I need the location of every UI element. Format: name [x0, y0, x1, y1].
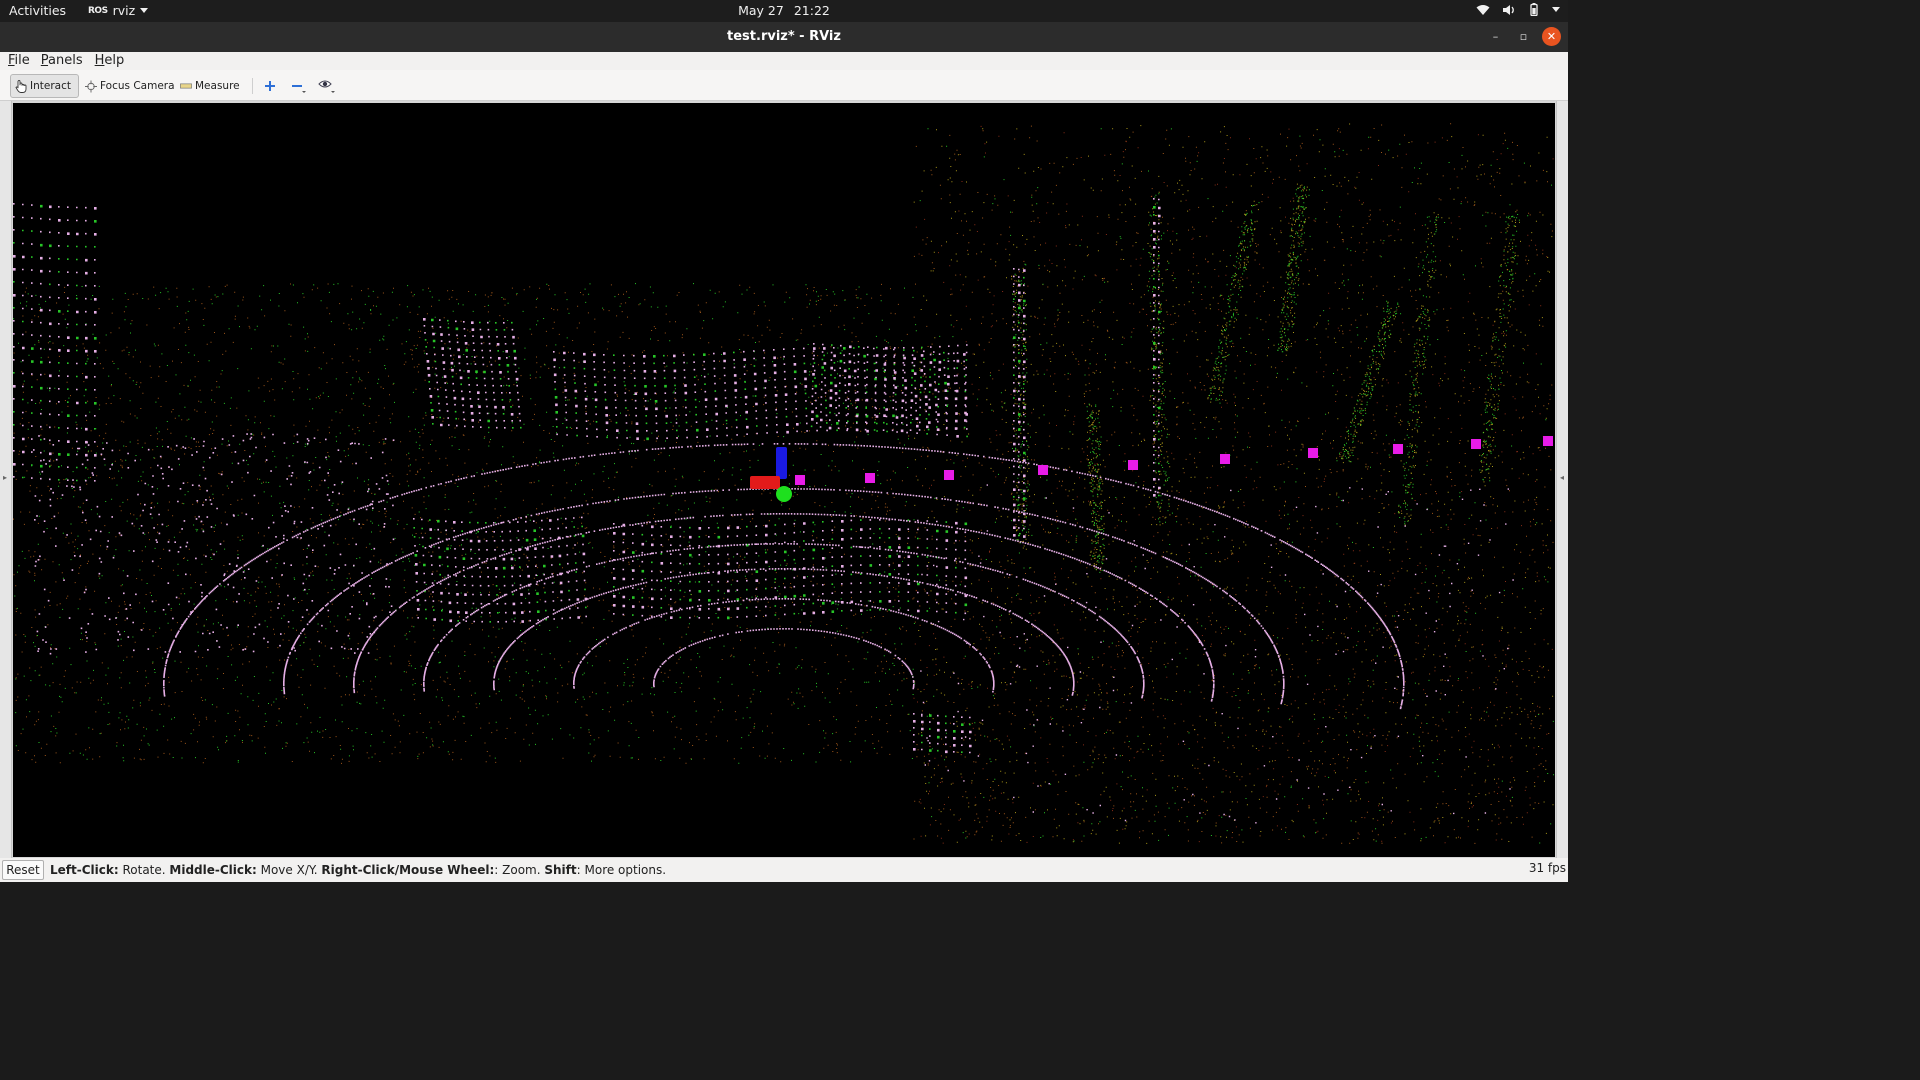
waypoint-marker: [1308, 448, 1318, 458]
fps-counter: 31 fps: [1528, 861, 1566, 875]
focus-camera-tool-label: Focus Camera: [100, 80, 175, 92]
waypoint-marker: [1471, 439, 1481, 449]
battery-icon: [1530, 3, 1538, 16]
menu-file[interactable]: File: [0, 52, 30, 70]
help-text-middle-click: Move X/Y.: [256, 863, 322, 877]
point-cloud-green-points: [13, 128, 1554, 844]
measure-tool-button[interactable]: Measure: [176, 74, 244, 98]
hand-pointer-icon: [15, 79, 27, 93]
help-text-shift: : More options.: [576, 863, 667, 877]
help-key-left-click: Left-Click:: [50, 863, 119, 877]
point-cloud-yellow-points: [913, 123, 1554, 844]
menu-help[interactable]: Help: [83, 52, 125, 70]
point-cloud-pink-points: [13, 198, 1514, 824]
measure-tool-label: Measure: [195, 80, 240, 92]
point-cloud-scene[interactable]: [13, 103, 1555, 857]
waypoint-marker: [865, 473, 875, 483]
toolbar-separator: [252, 78, 253, 94]
window-title-bar[interactable]: test.rviz* - RViz – ▫ ✕: [0, 22, 1568, 52]
camera-view-button[interactable]: [314, 74, 340, 98]
tool-bar: Interact Focus Camera Measure: [0, 70, 1568, 101]
waypoint-marker: [1220, 454, 1230, 464]
minimize-icon[interactable]: –: [1486, 27, 1505, 46]
remove-tool-icon: [292, 85, 306, 93]
remove-tool-button[interactable]: [287, 74, 311, 98]
menu-panels-mnemonic: P: [40, 53, 49, 68]
3d-render-view[interactable]: [13, 103, 1555, 857]
menu-panels-rest: anels: [48, 53, 83, 68]
close-icon[interactable]: ✕: [1542, 27, 1561, 46]
waypoint-marker: [795, 475, 805, 485]
menu-help-rest: elp: [104, 53, 125, 68]
help-key-right-click: Right-Click/Mouse Wheel:: [321, 863, 495, 877]
axis-y-marker: [776, 486, 792, 502]
waypoint-marker: [1128, 460, 1138, 470]
mouse-help-text: Left-Click: Rotate. Middle-Click: Move X…: [50, 863, 666, 877]
clock[interactable]: May 27 21:22: [0, 3, 1568, 18]
left-dock-handle[interactable]: ▸: [0, 101, 12, 858]
expand-left-icon: ▸: [3, 473, 8, 482]
reset-button[interactable]: Reset: [2, 860, 44, 880]
waypoint-marker: [1393, 444, 1403, 454]
menu-file-rest: ile: [14, 53, 30, 68]
axis-x-marker: [750, 476, 780, 489]
robot-axes-marker: [750, 447, 792, 502]
menu-panels[interactable]: Panels: [30, 52, 83, 70]
add-tool-button[interactable]: [260, 74, 280, 98]
help-key-middle-click: Middle-Click:: [169, 863, 257, 877]
system-tray[interactable]: [1476, 3, 1560, 16]
waypoint-marker: [1038, 465, 1048, 475]
clock-date: May 27: [738, 3, 784, 18]
window-title: test.rviz* - RViz: [727, 29, 841, 44]
point-cloud-red-points: [913, 125, 1554, 844]
maximize-icon[interactable]: ▫: [1514, 27, 1533, 46]
menu-bar: File Panels Help: [0, 52, 1568, 70]
power-menu-icon: [1552, 7, 1560, 12]
help-text-left-click: Rotate.: [118, 863, 170, 877]
status-bar: Reset Left-Click: Rotate. Middle-Click: …: [0, 858, 1568, 882]
point-cloud-orange-points: [13, 123, 1554, 844]
waypoint-marker: [944, 470, 954, 480]
help-text-right-click: : Zoom.: [494, 863, 545, 877]
crosshair-icon: [85, 80, 97, 92]
wifi-icon: [1476, 4, 1490, 15]
camera-view-icon: [318, 80, 335, 93]
menu-help-mnemonic: H: [94, 53, 105, 68]
gnome-top-bar: Activities ROS rviz May 27 21:22: [0, 0, 1568, 22]
waypoint-marker: [1543, 436, 1553, 446]
right-dock-handle[interactable]: ◂: [1556, 101, 1568, 858]
ruler-icon: [180, 80, 192, 92]
expand-right-icon: ◂: [1560, 473, 1565, 482]
axis-z-marker: [776, 447, 787, 479]
focus-camera-tool-button[interactable]: Focus Camera: [81, 74, 179, 98]
interact-tool-label: Interact: [30, 80, 71, 92]
render-panel-container: ▸ ◂: [0, 101, 1568, 858]
add-tool-icon: [265, 81, 275, 91]
interact-tool-button[interactable]: Interact: [10, 74, 79, 98]
volume-icon: [1503, 4, 1514, 15]
help-key-shift: Shift: [544, 863, 577, 877]
clock-time: 21:22: [793, 3, 830, 18]
